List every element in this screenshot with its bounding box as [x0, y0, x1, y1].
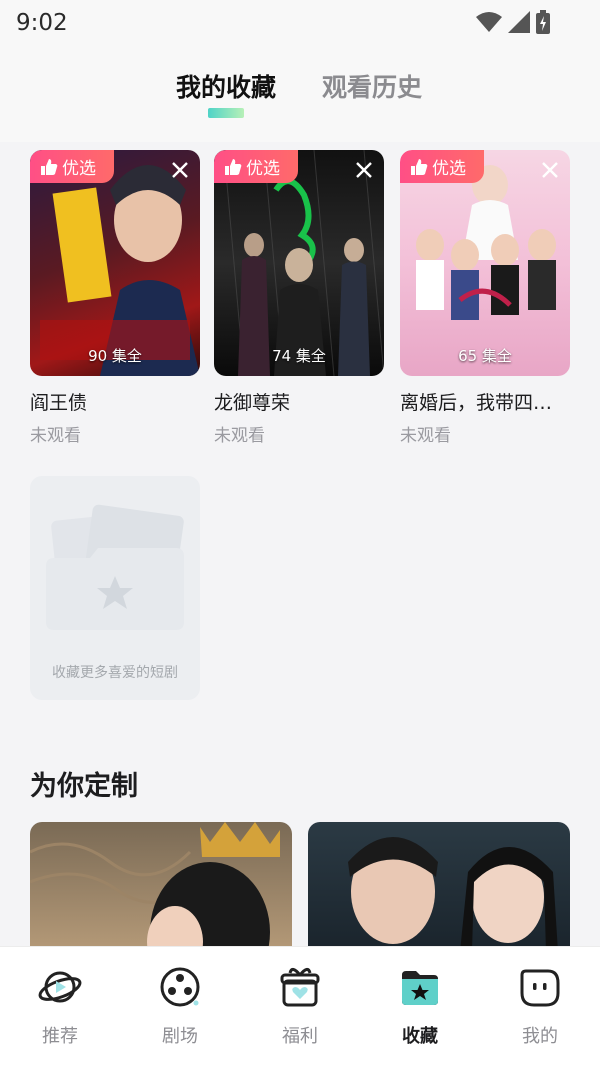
empty-card-text: 收藏更多喜爱的短剧: [52, 665, 178, 681]
nav-item-profile[interactable]: 我的: [480, 947, 600, 1066]
battery-charging-icon: [536, 10, 550, 34]
poster-art: [348, 837, 558, 952]
nav-item-recommend[interactable]: 推荐: [0, 947, 120, 1066]
gift-icon: [280, 968, 320, 1007]
episode-count: 90 集全: [88, 347, 142, 365]
featured-badge: 优选: [214, 150, 298, 183]
planet-play-icon: [38, 971, 82, 1003]
nav-label: 剧场: [162, 1026, 198, 1047]
recommendation-card[interactable]: [308, 822, 570, 952]
nav-label: 收藏: [402, 1026, 438, 1047]
poster-image: 优选 65 集全: [400, 150, 570, 376]
section-title: 为你定制: [30, 771, 138, 802]
poster-image: 优选 90 集全: [30, 150, 200, 376]
thumbs-up-icon: [225, 158, 242, 175]
poster-art: [40, 165, 200, 376]
featured-badge: 优选: [30, 150, 114, 183]
drama-title: 龙御尊荣: [214, 392, 291, 414]
nav-item-favorites[interactable]: 收藏: [360, 947, 480, 1066]
featured-badge: 优选: [400, 150, 484, 183]
status-time: 9:02: [16, 10, 68, 36]
badge-label: 优选: [432, 159, 466, 179]
folder-star-icon: [402, 971, 438, 1005]
profile-face-icon: [520, 969, 560, 1007]
drama-title: 离婚后，我带四崽…: [400, 392, 570, 414]
drama-title: 阎王债: [30, 392, 88, 414]
nav-label: 推荐: [42, 1026, 78, 1047]
status-bar: 9:02: [0, 0, 600, 46]
top-tabs: 我的收藏 观看历史: [0, 46, 600, 142]
status-icons: [476, 10, 550, 34]
close-icon[interactable]: [538, 158, 562, 182]
tab-favorites[interactable]: 我的收藏: [176, 68, 276, 104]
episode-count: 74 集全: [272, 347, 326, 365]
tab-watch-history[interactable]: 观看历史: [322, 68, 422, 104]
favorite-card[interactable]: 优选 90 集全 阎王债 未观看: [30, 150, 200, 446]
poster-image: 优选 74 集全: [214, 150, 384, 376]
badge-label: 优选: [62, 159, 96, 179]
poster-art: [416, 165, 556, 320]
film-reel-icon: [160, 967, 200, 1007]
bottom-nav: 推荐 剧场 福利 收藏 我的: [0, 946, 600, 1066]
nav-label: 我的: [522, 1026, 558, 1047]
thumbs-up-icon: [41, 158, 58, 175]
recommendation-card[interactable]: [30, 822, 292, 952]
thumbs-up-icon: [411, 158, 428, 175]
episode-count: 65 集全: [458, 347, 512, 365]
poster-art: [30, 822, 280, 952]
signal-icon: [508, 11, 530, 33]
watch-status: 未观看: [30, 426, 81, 446]
active-tab-indicator: [208, 108, 244, 118]
wifi-icon: [476, 12, 502, 32]
nav-item-rewards[interactable]: 福利: [240, 947, 360, 1066]
close-icon[interactable]: [352, 158, 376, 182]
favorite-card[interactable]: 优选 74 集全 龙御尊荣 未观看: [214, 150, 384, 446]
watch-status: 未观看: [400, 426, 451, 446]
watch-status: 未观看: [214, 426, 265, 446]
favorite-card[interactable]: 优选 65 集全 离婚后，我带四崽… 未观看: [400, 150, 570, 446]
nav-label: 福利: [282, 1026, 318, 1047]
poster-art: [223, 150, 384, 376]
badge-label: 优选: [246, 159, 280, 179]
close-icon[interactable]: [168, 158, 192, 182]
nav-item-theater[interactable]: 剧场: [120, 947, 240, 1066]
add-more-favorites-card[interactable]: 收藏更多喜爱的短剧: [30, 476, 200, 700]
